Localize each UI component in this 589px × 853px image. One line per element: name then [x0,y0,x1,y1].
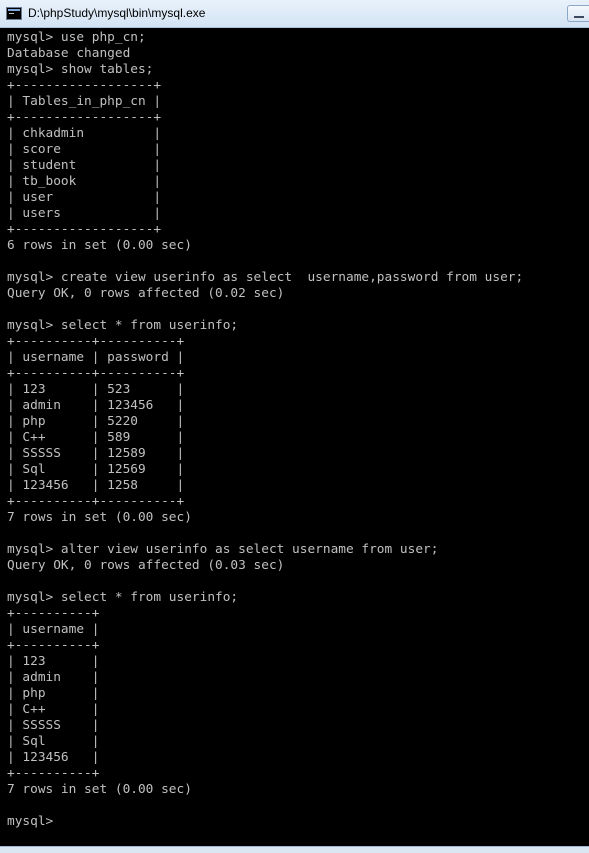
console-line: +----------+ [7,638,100,653]
console-output[interactable]: mysql> use php_cn; Database changed mysql>… [0,28,589,846]
console-line: | score | [7,142,162,157]
console-line: | 123 | [7,654,100,669]
console-line: | SSSSS | [7,718,100,733]
console-line: Query OK, 0 rows affected (0.03 sec) [7,558,285,573]
console-line: +----------+----------+ [7,494,185,509]
console-line: | C++ | 589 | [7,430,185,445]
console-line: 7 rows in set (0.00 sec) [7,782,192,797]
minimize-button[interactable] [567,5,589,22]
console-line: | SSSSS | 12589 | [7,446,185,461]
window-bottom-border [0,846,589,853]
console-line: | username | [7,622,100,637]
console-line: mysql> show tables; [7,62,154,77]
console-line: mysql> select * from userinfo; [7,318,239,333]
console-window-icon[interactable] [6,7,22,20]
console-line: | student | [7,158,162,173]
console-line: 7 rows in set (0.00 sec) [7,510,192,525]
console-line: +----------+ [7,606,100,621]
console-line: | username | password | [7,350,185,365]
console-line: Database changed [7,46,131,61]
console-line: mysql> use php_cn; [7,30,146,45]
console-line: | chkadmin | [7,126,162,141]
console-line: | tb_book | [7,174,162,189]
console-line: +------------------+ [7,78,162,93]
console-line: | 123 | 523 | [7,382,185,397]
console-line: mysql> [7,814,54,829]
console-line: | C++ | [7,702,100,717]
console-line: +----------+----------+ [7,366,185,381]
window-titlebar[interactable]: D:\phpStudy\mysql\bin\mysql.exe [0,0,589,28]
console-line: Query OK, 0 rows affected (0.02 sec) [7,286,285,301]
window-title: D:\phpStudy\mysql\bin\mysql.exe [28,6,206,20]
console-line: | php | 5220 | [7,414,185,429]
console-line: | users | [7,206,162,221]
console-line: mysql> select * from userinfo; [7,590,239,605]
console-line: | Sql | [7,734,100,749]
console-line: +----------+ [7,766,100,781]
console-line: +----------+----------+ [7,334,185,349]
console-line: | 123456 | [7,750,100,765]
console-line: 6 rows in set (0.00 sec) [7,238,192,253]
console-line: +------------------+ [7,110,162,125]
console-line: | Tables_in_php_cn | [7,94,162,109]
console-line: | 123456 | 1258 | [7,478,185,493]
console-line: | Sql | 12569 | [7,462,185,477]
console-line: +------------------+ [7,222,162,237]
console-line: mysql> create view userinfo as select us… [7,270,524,285]
console-line: | user | [7,190,162,205]
console-line: | admin | 123456 | [7,398,185,413]
console-line: mysql> alter view userinfo as select use… [7,542,439,557]
console-line: | php | [7,686,100,701]
console-line: | admin | [7,670,100,685]
